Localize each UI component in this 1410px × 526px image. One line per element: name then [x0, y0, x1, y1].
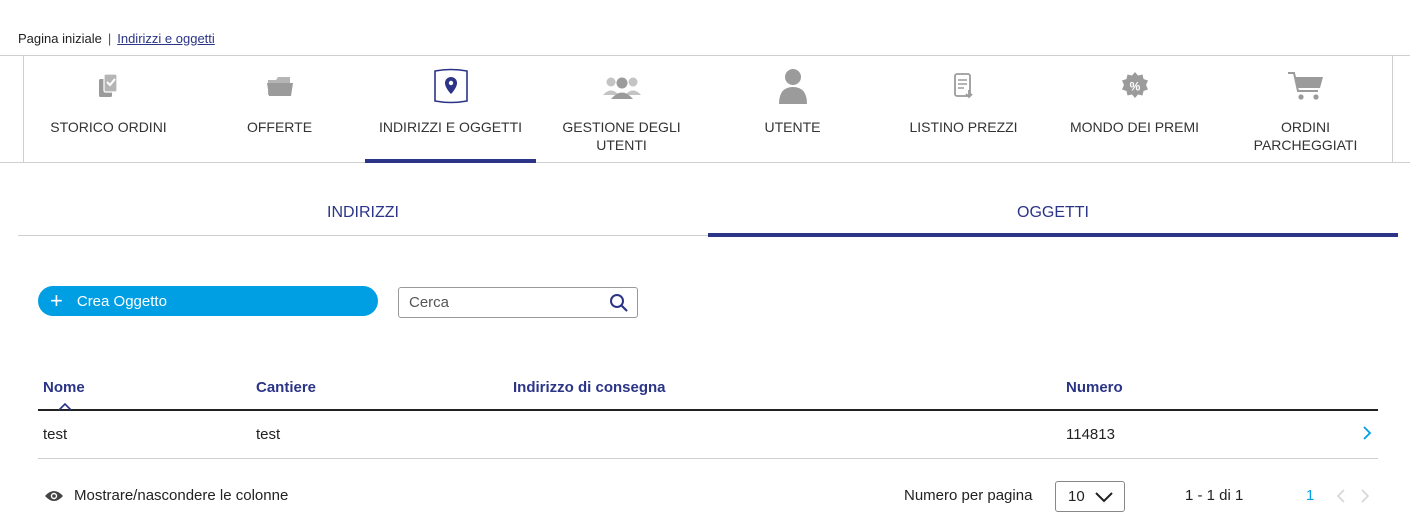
breadcrumb-separator: |: [107, 31, 112, 46]
nav-item-ordini-parcheggiati[interactable]: ORDINI PARCHEGGIATI: [1220, 56, 1391, 163]
table-row[interactable]: test test 114813: [38, 411, 1378, 459]
objects-table: Nome Cantiere Indirizzo di consegna Nume…: [38, 370, 1378, 459]
folder-icon: [194, 68, 365, 104]
nav-label: ORDINI PARCHEGGIATI: [1253, 119, 1358, 153]
chevron-down-icon: [1094, 490, 1114, 507]
per-page-select[interactable]: 10: [1055, 481, 1125, 512]
nav-label: LISTINO PREZZI: [909, 119, 1018, 135]
nav-label: UTENTE: [764, 119, 821, 135]
nav-label: OFFERTE: [246, 119, 313, 135]
nav-item-storico-ordini[interactable]: STORICO ORDINI: [23, 56, 194, 163]
toggle-columns-label: Mostrare/nascondere le colonne: [74, 487, 289, 504]
users-group-icon: [536, 68, 707, 104]
user-icon: [707, 68, 878, 104]
subtabs: INDIRIZZI OGGETTI: [18, 190, 1398, 237]
nav-item-listino-prezzi[interactable]: LISTINO PREZZI: [878, 56, 1049, 163]
tab-indirizzi[interactable]: INDIRIZZI: [18, 190, 708, 236]
price-list-icon: [878, 68, 1049, 104]
nav-item-indirizzi-e-oggetti[interactable]: INDIRIZZI E OGGETTI: [365, 56, 536, 163]
cell-cantiere: test: [256, 426, 281, 443]
nav-item-utente[interactable]: UTENTE: [707, 56, 878, 163]
nav-item-gestione-degli-utenti[interactable]: GESTIONE DEGLI UTENTI: [536, 56, 707, 163]
nav-label: GESTIONE DEGLI UTENTI: [562, 119, 681, 153]
cart-icon: [1220, 68, 1391, 104]
nav-label: INDIRIZZI E OGGETTI: [378, 119, 523, 135]
search-icon[interactable]: [609, 293, 629, 318]
table-header: Nome Cantiere Indirizzo di consegna Nume…: [38, 370, 1378, 411]
clipboard-check-icon: [23, 68, 194, 104]
create-object-label: Crea Oggetto: [76, 292, 167, 310]
chevron-left-icon[interactable]: [1336, 488, 1346, 509]
create-object-button[interactable]: + Crea Oggetto: [38, 286, 378, 316]
breadcrumb-current[interactable]: Indirizzi e oggetti: [117, 31, 215, 46]
breadcrumb: Pagina iniziale | Indirizzi e oggetti: [18, 31, 215, 46]
search-box: [398, 287, 638, 318]
nav-item-mondo-dei-premi[interactable]: % MONDO DEI PREMI: [1049, 56, 1220, 163]
page-number-button[interactable]: 1: [1306, 487, 1314, 504]
column-header-indirizzo[interactable]: Indirizzo di consegna: [513, 379, 666, 396]
per-page-value: 10: [1068, 488, 1085, 505]
percent-badge-icon: %: [1049, 68, 1220, 104]
search-input[interactable]: [399, 294, 599, 311]
nav-label: MONDO DEI PREMI: [1069, 119, 1200, 135]
chevron-right-icon[interactable]: [1360, 488, 1370, 509]
table-footer: Mostrare/nascondere le colonne Numero pe…: [38, 480, 1378, 512]
breadcrumb-home[interactable]: Pagina iniziale: [18, 31, 102, 46]
cell-numero: 114813: [1066, 426, 1115, 443]
column-header-numero[interactable]: Numero: [1066, 379, 1123, 396]
column-header-nome[interactable]: Nome: [43, 379, 85, 396]
pagination-range: 1 - 1 di 1: [1185, 487, 1244, 504]
nav-item-offerte[interactable]: OFFERTE: [194, 56, 365, 163]
eye-icon: [45, 490, 63, 501]
column-header-cantiere[interactable]: Cantiere: [256, 379, 316, 396]
chevron-right-icon[interactable]: [1362, 425, 1372, 446]
map-pin-icon: [365, 68, 536, 104]
tab-oggetti[interactable]: OGGETTI: [708, 190, 1398, 237]
plus-icon: +: [50, 288, 63, 313]
cell-nome: test: [43, 426, 68, 443]
main-nav: STORICO ORDINI OFFERTE INDIRIZZI E OGGET…: [0, 55, 1410, 163]
toggle-columns-button[interactable]: Mostrare/nascondere le colonne: [44, 487, 288, 504]
svg-text:%: %: [1129, 80, 1140, 94]
nav-label: STORICO ORDINI: [50, 119, 167, 135]
nav-divider-right: [1392, 56, 1393, 163]
per-page-label: Numero per pagina: [904, 487, 1033, 504]
